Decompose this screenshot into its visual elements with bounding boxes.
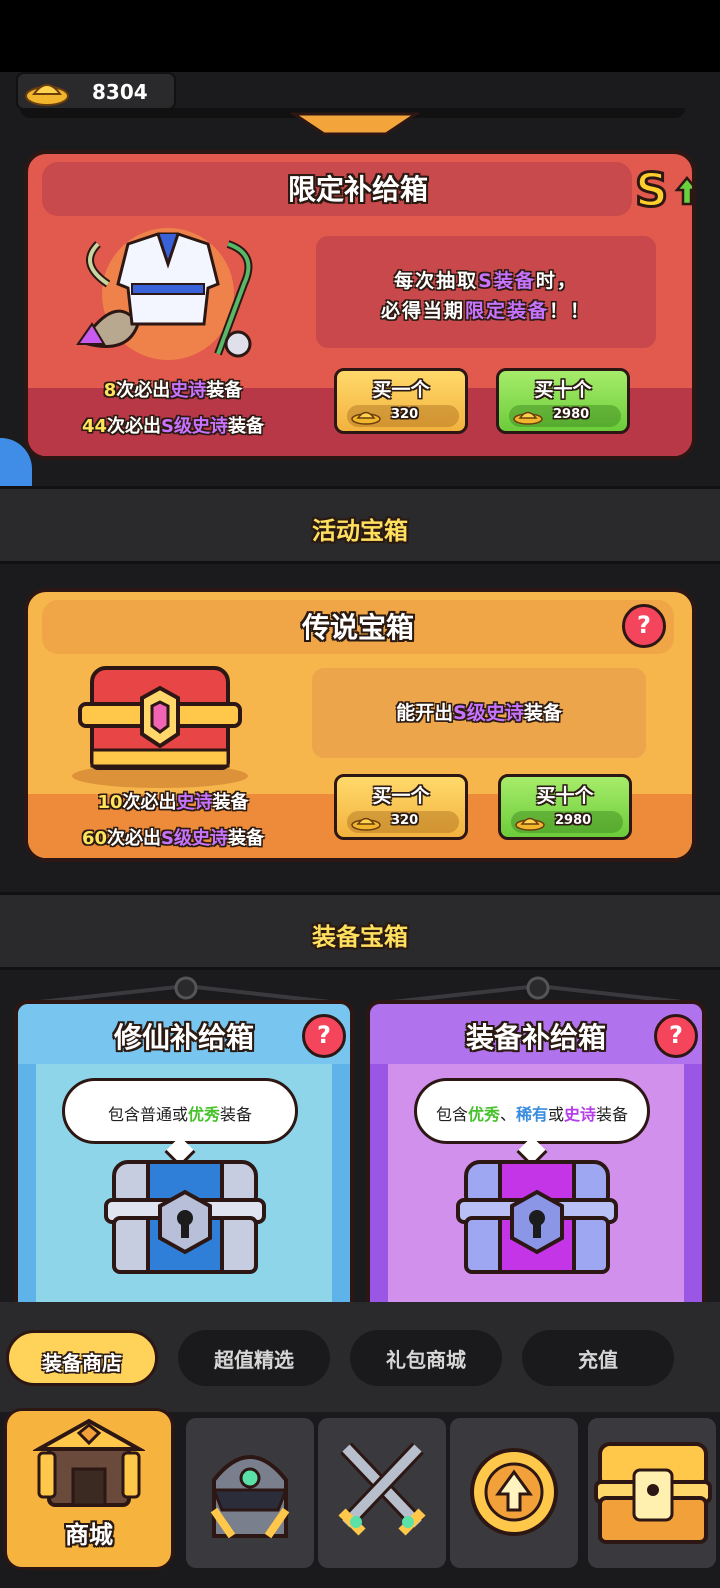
upgrade-arrow-icon <box>470 1448 558 1536</box>
nav-battle[interactable] <box>318 1418 446 1568</box>
epic-guarantee-text: 10次必出史诗装备 <box>97 792 249 813</box>
limited-buy-one-button[interactable]: 买一个 320 <box>334 368 468 434</box>
gold-counter: 8304 <box>16 72 176 110</box>
cultivation-supply-card[interactable]: 修仙补给箱 ? 包含普通或优秀装备 <box>14 1000 354 1302</box>
nav-shop[interactable]: 商城 <box>4 1408 174 1570</box>
nav-upgrade[interactable] <box>450 1418 578 1568</box>
s-epic-guarantee-text: 60次必出S级史诗装备 <box>81 828 265 849</box>
limited-box-description: 每次抽取S装备时， 必得当期限定装备！！ <box>316 236 656 348</box>
s-upgrade-badge-icon: S <box>634 162 692 216</box>
legend-chest-description: 能开出S级史诗装备 <box>312 668 646 758</box>
s-epic-guarantee-text: 44次必出S级史诗装备 <box>81 416 265 437</box>
cultivation-box-description: 包含普通或优秀装备 <box>62 1078 298 1168</box>
gold-ingot-icon <box>25 84 69 106</box>
status-bar <box>0 0 720 72</box>
purple-chest-icon <box>456 1160 618 1274</box>
gold-amount: 8304 <box>92 80 148 104</box>
section-header-equipment: 装备宝箱 <box>0 892 720 970</box>
knight-helmet-icon <box>210 1455 290 1539</box>
bottom-navigation: 商城 <box>0 1408 720 1588</box>
equipment-supply-card[interactable]: 装备补给箱 ? 包含优秀、稀有或史诗装备 <box>366 1000 706 1302</box>
legend-chest-title: 传说宝箱 <box>301 611 414 644</box>
limited-supply-card: 限定补给箱 S 每次抽取S装备时， 必得当期限定装备！！ 8次必出史诗装备 44… <box>24 150 696 460</box>
tab-recharge[interactable]: 充值 <box>522 1330 674 1386</box>
limited-box-title: 限定补给箱 <box>287 173 428 206</box>
gold-ingot-icon <box>513 411 543 425</box>
blue-chest-icon <box>104 1160 266 1274</box>
limited-buy-ten-button[interactable]: 买十个 2980 <box>496 368 630 434</box>
equipment-help-button[interactable]: ? <box>654 1014 698 1058</box>
gold-ingot-icon <box>351 411 381 425</box>
legend-buy-ten-button[interactable]: 买十个 2980 <box>498 774 632 840</box>
banner-arrow-decoration <box>290 112 420 136</box>
svg-text:S: S <box>635 163 668 216</box>
epic-guarantee-text: 8次必出史诗装备 <box>103 380 243 401</box>
cultivation-box-title: 修仙补给箱 <box>113 1021 254 1054</box>
cultivation-help-button[interactable]: ? <box>302 1014 346 1058</box>
shop-house-icon <box>33 1418 145 1507</box>
legend-help-button[interactable]: ? <box>622 604 666 648</box>
legend-chest-card: 传说宝箱 ? 能开出S级史诗装备 10次必出史诗装备 60次必出S级史诗装备 买… <box>24 588 696 862</box>
legend-buy-one-button[interactable]: 买一个 320 <box>334 774 468 840</box>
gold-ingot-icon <box>515 817 545 831</box>
crossed-swords-icon <box>338 1442 426 1536</box>
tab-value-picks[interactable]: 超值精选 <box>178 1330 330 1386</box>
nav-chest[interactable] <box>588 1418 716 1568</box>
nav-hero[interactable] <box>186 1418 314 1568</box>
equipment-bundle-icon <box>76 228 253 360</box>
equipment-box-description: 包含优秀、稀有或史诗装备 <box>414 1078 650 1168</box>
gold-ingot-icon <box>351 817 381 831</box>
treasure-chest-icon <box>594 1442 712 1544</box>
tab-gift-shop[interactable]: 礼包商城 <box>350 1330 502 1386</box>
legend-chest-icon <box>72 666 248 788</box>
equipment-box-title: 装备补给箱 <box>465 1021 606 1054</box>
section-header-event: 活动宝箱 <box>0 486 720 564</box>
equipment-chest-list: 修仙补给箱 ? 包含普通或优秀装备 装备补给箱 ? 包含优秀、稀有或史诗装备 <box>0 972 720 1302</box>
shop-tab-bar: 装备商店 超值精选 礼包商城 充值 商城 <box>0 1302 720 1588</box>
tab-equipment-shop[interactable]: 装备商店 <box>6 1330 158 1386</box>
